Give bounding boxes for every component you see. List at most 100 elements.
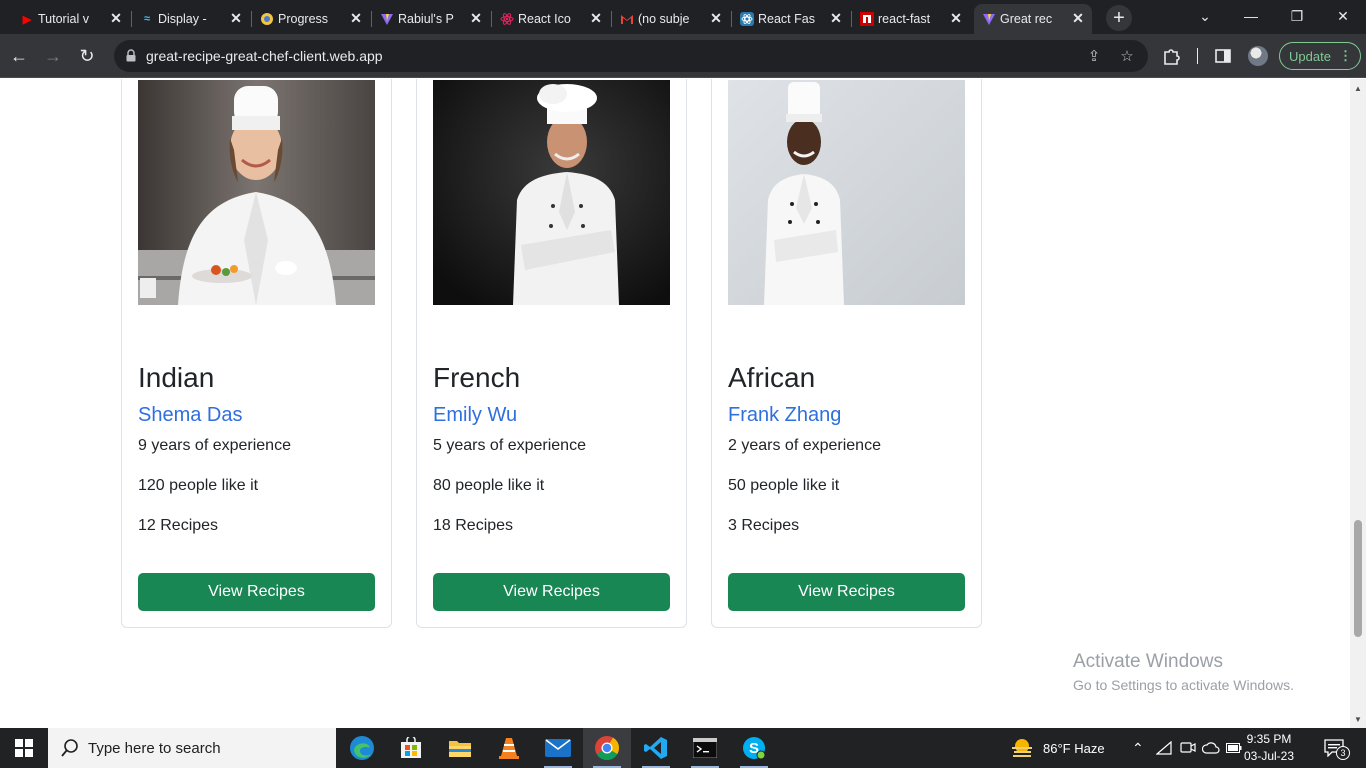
close-tab-icon[interactable]: ✕	[108, 10, 124, 26]
vscode-icon[interactable]	[632, 728, 680, 768]
close-tab-icon[interactable]: ✕	[1070, 10, 1086, 26]
view-recipes-button[interactable]: View Recipes	[433, 573, 670, 611]
file-explorer-icon[interactable]	[436, 728, 484, 768]
skype-icon[interactable]: S	[730, 728, 778, 768]
browser-toolbar: ← → ↻ great-recipe-great-chef-client.web…	[0, 34, 1366, 78]
react-icon	[740, 12, 754, 26]
minimize-button[interactable]: —	[1228, 0, 1274, 32]
close-tab-icon[interactable]: ✕	[828, 10, 844, 26]
page-viewport: Indian Shema Das 9 years of experience 1…	[0, 79, 1350, 728]
weather-text: 86°F Haze	[1043, 740, 1105, 756]
side-panel-icon[interactable]	[1211, 44, 1235, 68]
weather-widget[interactable]: 86°F Haze	[1010, 728, 1105, 768]
notification-center-icon[interactable]: 3	[1318, 736, 1350, 760]
recipes-count: 12 Recipes	[138, 517, 219, 534]
close-tab-icon[interactable]: ✕	[948, 10, 964, 26]
microsoft-store-icon[interactable]	[387, 728, 435, 768]
tab-react-fast[interactable]: React Fas ✕	[732, 4, 850, 34]
tab-search-chevron-icon[interactable]: ⌄	[1182, 0, 1228, 32]
close-tab-icon[interactable]: ✕	[348, 10, 364, 26]
chef-name: Emily Wu	[433, 404, 518, 426]
gmail-icon	[620, 12, 634, 26]
chrome-icon[interactable]	[583, 728, 631, 768]
share-icon[interactable]: ⇪	[1083, 45, 1105, 67]
close-tab-icon[interactable]: ✕	[468, 10, 484, 26]
windows-logo-icon	[15, 739, 33, 757]
system-clock[interactable]: 9:35 PM 03-Jul-23	[1240, 731, 1298, 765]
scroll-up-arrow-icon[interactable]: ▲	[1353, 83, 1363, 93]
start-button[interactable]	[0, 728, 48, 768]
vite-icon	[380, 12, 394, 26]
chef-photo	[433, 80, 670, 305]
chef-card: Indian Shema Das 9 years of experience 1…	[121, 79, 392, 628]
search-icon	[61, 739, 78, 757]
tab-great-recipe[interactable]: Great rec ✕	[974, 4, 1092, 34]
browser-tab-strip: ▶ Tutorial v ✕ ≈ Display - ✕ Progress ✕ …	[0, 0, 1366, 34]
forward-button[interactable]: →	[39, 42, 67, 70]
chef-photo	[728, 80, 965, 305]
edge-icon[interactable]	[338, 728, 386, 768]
npm-icon	[860, 12, 874, 26]
new-tab-button[interactable]: +	[1106, 5, 1132, 31]
tab-rabiul[interactable]: Rabiul's P ✕	[372, 4, 490, 34]
likes-text: 120 people like it	[138, 477, 259, 494]
tab-react-icons[interactable]: React Ico ✕	[492, 4, 610, 34]
close-tab-icon[interactable]: ✕	[228, 10, 244, 26]
taskbar-search-box[interactable]: Type here to search	[48, 728, 336, 768]
meet-now-icon[interactable]	[1180, 728, 1196, 768]
chef-card: French Emily Wu 5 years of experience 80…	[416, 79, 687, 628]
tab-display[interactable]: ≈ Display - ✕	[132, 4, 250, 34]
tab-npm[interactable]: react-fast ✕	[852, 4, 970, 34]
show-hidden-icons-chevron-icon[interactable]: ⌃	[1132, 728, 1144, 768]
close-tab-icon[interactable]: ✕	[588, 10, 604, 26]
network-icon[interactable]	[1156, 728, 1172, 768]
search-placeholder: Type here to search	[88, 739, 221, 757]
close-window-button[interactable]: ✕	[1320, 0, 1366, 32]
more-menu-icon: ⋮	[1338, 48, 1352, 63]
terminal-icon[interactable]	[681, 728, 729, 768]
restore-button[interactable]: ❐	[1274, 0, 1320, 32]
vlc-icon[interactable]	[485, 728, 533, 768]
update-button[interactable]: Update ⋮	[1279, 42, 1361, 70]
youtube-icon: ▶	[22, 13, 32, 26]
react-icon	[500, 12, 514, 26]
recipes-count: 18 Recipes	[433, 517, 514, 534]
experience-text: 5 years of experience	[433, 437, 586, 454]
progress-icon	[260, 12, 274, 26]
address-bar[interactable]: great-recipe-great-chef-client.web.app ⇪…	[114, 40, 1148, 72]
watermark-subtitle: Go to Settings to activate Windows.	[1073, 677, 1294, 693]
lock-icon	[126, 49, 136, 62]
chef-card: African Frank Zhang 2 years of experienc…	[711, 79, 982, 628]
likes-text: 80 people like it	[433, 477, 545, 494]
extensions-icon[interactable]	[1159, 44, 1183, 68]
chef-photo	[138, 80, 375, 305]
experience-text: 2 years of experience	[728, 437, 881, 454]
chef-name: Frank Zhang	[728, 404, 842, 426]
bookmark-star-icon[interactable]: ☆	[1116, 45, 1138, 67]
notification-count-badge: 3	[1336, 746, 1350, 760]
recipes-count: 3 Recipes	[728, 517, 800, 534]
close-tab-icon[interactable]: ✕	[708, 10, 724, 26]
windows-taskbar: Type here to search S 86°F Haze ⌃ 9:35 P…	[0, 728, 1366, 768]
vertical-scrollbar[interactable]: ▲ ▼	[1350, 79, 1366, 728]
onedrive-icon[interactable]	[1202, 728, 1220, 768]
profile-avatar[interactable]	[1248, 46, 1268, 66]
back-button[interactable]: ←	[5, 42, 33, 70]
scrollbar-thumb[interactable]	[1354, 520, 1362, 637]
url-text[interactable]: great-recipe-great-chef-client.web.app	[146, 48, 383, 64]
mail-icon[interactable]	[534, 728, 582, 768]
watermark-title: Activate Windows	[1073, 651, 1223, 672]
view-recipes-button[interactable]: View Recipes	[728, 573, 965, 611]
toolbar-divider	[1197, 48, 1198, 64]
cuisine-title: African	[728, 362, 816, 393]
view-recipes-button[interactable]: View Recipes	[138, 573, 375, 611]
tab-gmail[interactable]: (no subje ✕	[612, 4, 730, 34]
scroll-down-arrow-icon[interactable]: ▼	[1353, 714, 1363, 724]
cuisine-title: French	[433, 362, 521, 393]
haze-weather-icon	[1012, 739, 1032, 757]
tab-progress[interactable]: Progress ✕	[252, 4, 370, 34]
activate-windows-watermark: Activate Windows Go to Settings to activ…	[1073, 651, 1294, 693]
tab-tutorial[interactable]: ▶ Tutorial v ✕	[12, 4, 130, 34]
reload-button[interactable]: ↻	[73, 42, 101, 70]
clock-time: 9:35 PM	[1246, 732, 1292, 746]
